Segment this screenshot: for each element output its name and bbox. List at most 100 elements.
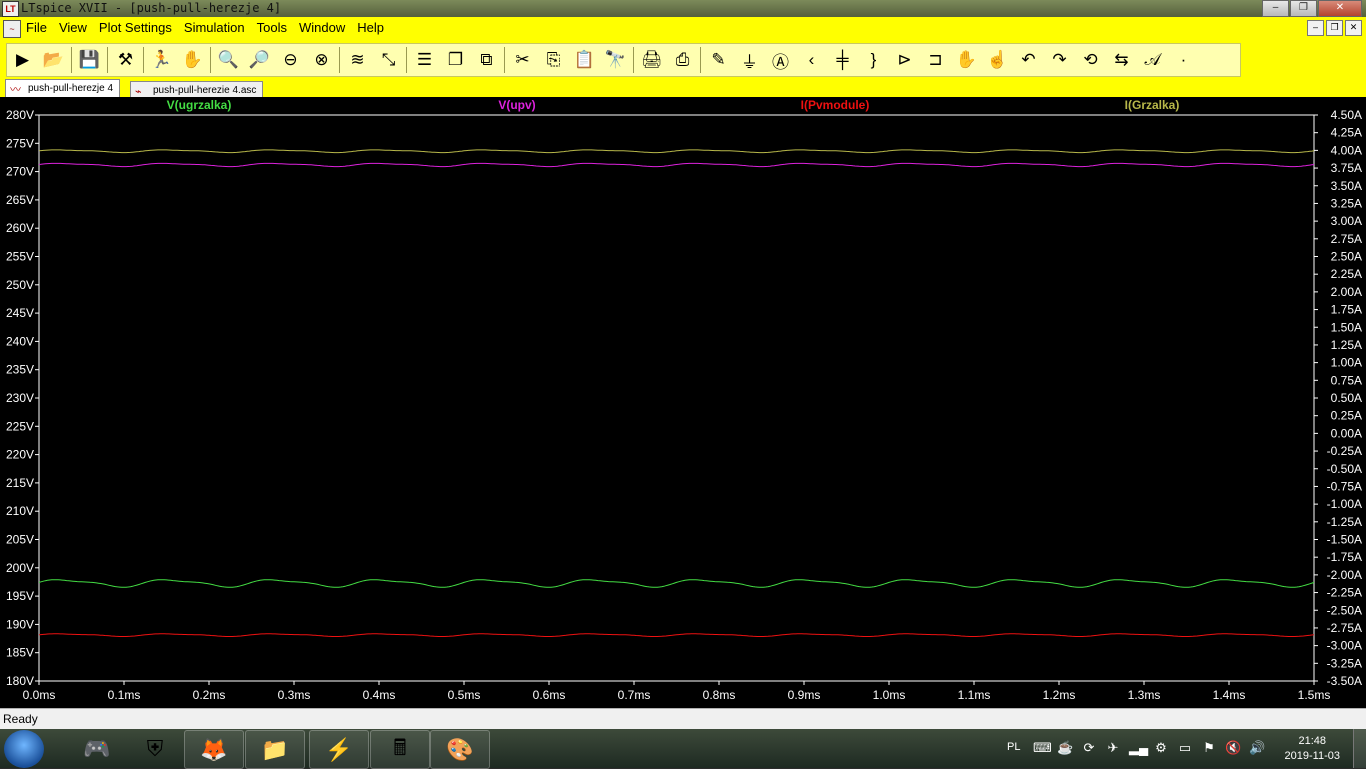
y-right-tick-label: 2.75A (1331, 232, 1362, 246)
run-arrow-icon[interactable]: 🏃 (149, 47, 174, 73)
y-left-tick-label: 270V (6, 165, 34, 179)
pan-icon[interactable]: ✋ (180, 47, 205, 73)
maximize-button[interactable]: ❐ (1290, 0, 1317, 17)
menu-bar: ~ File View Plot Settings Simulation Too… (0, 17, 1366, 40)
world-of-tanks-icon[interactable]: 🎮 (68, 730, 126, 767)
calculator-icon[interactable]: 🖩 (370, 730, 430, 769)
tanks-icon[interactable]: ⛨ (126, 730, 184, 767)
label-net-icon[interactable]: Ⓐ (768, 47, 793, 73)
ltspice-icon[interactable]: LT (2, 1, 19, 17)
menu-plot-settings[interactable]: Plot Settings (93, 20, 178, 35)
mdi-restore-button[interactable]: ❐ (1326, 20, 1343, 36)
x-tick-label: 1.4ms (1213, 688, 1246, 702)
waveform-chart[interactable]: 0.0ms 0.1ms 0.2ms 0.3ms 0.4ms 0.5ms 0.6ms 0.7ms… (0, 97, 1366, 708)
firefox-icon[interactable]: 🦊 (184, 730, 244, 769)
print-icon[interactable]: 🖨 (639, 47, 664, 73)
component-icon[interactable]: ⊐ (923, 47, 948, 73)
y-right-tick-label: 3.50A (1331, 179, 1362, 193)
minimize-button[interactable]: – (1262, 0, 1289, 17)
ltspice-icon[interactable]: ⚡ (309, 730, 369, 769)
y-left-tick-label: 205V (6, 533, 34, 547)
volume-muted-icon[interactable]: 🔇 (1225, 740, 1241, 756)
volume-icon[interactable]: 🔊 (1249, 740, 1265, 756)
tools-icon[interactable]: ⚙ (1153, 740, 1169, 756)
menu-window[interactable]: Window (293, 20, 351, 35)
taskbar: 🎮 ⛨ 🦊 📁 ⚡ 🖩 🎨 PL ⌨ ☕ ⟳ ✈ ▂▄ ⚙ ▭ ⚑ 🔇 🔊 21… (0, 729, 1366, 769)
y-right-tick-label: 2.00A (1331, 285, 1362, 299)
clock[interactable]: 21:48 2019-11-03 (1285, 734, 1340, 764)
mdi-minimize-button[interactable]: – (1307, 20, 1324, 36)
trace-label: V(upv) (498, 98, 535, 112)
tile-horizontal-icon[interactable]: ☰ (412, 47, 437, 73)
draw-wire-icon[interactable]: ✎ (706, 47, 731, 73)
y-left-tick-label: 245V (6, 306, 34, 320)
control-panel-icon[interactable]: ⚒ (113, 47, 138, 73)
resistor-icon[interactable]: ‹ (799, 47, 824, 73)
y-right-tick-label: -0.25A (1327, 444, 1362, 458)
menu-help[interactable]: Help (351, 20, 390, 35)
y-right-tick-label: -0.75A (1327, 479, 1362, 493)
menu-view[interactable]: View (53, 20, 93, 35)
move-icon[interactable]: ✋ (954, 47, 979, 73)
print-setup-icon[interactable]: ⎙ (670, 47, 695, 73)
rotate-icon[interactable]: ⟲ (1078, 47, 1103, 73)
y-left-tick-label: 280V (6, 108, 34, 122)
java-icon[interactable]: ☕ (1057, 740, 1073, 756)
status-text: Ready (3, 712, 38, 726)
window-title: LTspice XVII - [push-pull-herezje 4] (21, 1, 282, 15)
open-icon[interactable]: 📂 (41, 47, 66, 73)
text-icon[interactable]: 𝒜 (1140, 47, 1165, 73)
paint-icon[interactable]: 🎨 (430, 730, 490, 769)
autorange-icon[interactable]: ≋ (345, 47, 370, 73)
file-explorer-icon[interactable]: 📁 (245, 730, 305, 769)
show-desktop-button[interactable] (1353, 729, 1366, 768)
paste-icon[interactable]: 📋 (572, 47, 597, 73)
close-button[interactable]: ✕ (1318, 0, 1362, 17)
mdi-close-button[interactable]: ✕ (1345, 20, 1362, 36)
zoom-in-icon[interactable]: 🔍 (216, 47, 241, 73)
run-icon[interactable]: ▶ (10, 47, 35, 73)
x-tick-label: 0.9ms (788, 688, 821, 702)
sync-icon[interactable]: ⟳ (1081, 740, 1097, 756)
zoom-out-icon[interactable]: ⊖ (278, 47, 303, 73)
title-bar: LT LTspice XVII - [push-pull-herezje 4] … (0, 0, 1366, 17)
inductor-icon[interactable]: } (861, 47, 886, 73)
y-right-tick-label: 4.50A (1331, 108, 1362, 122)
zoom-area-icon[interactable]: 🔎 (247, 47, 272, 73)
zoom-cancel-icon[interactable]: ⊗ (309, 47, 334, 73)
diode-icon[interactable]: ⊳ (892, 47, 917, 73)
menu-simulation[interactable]: Simulation (178, 20, 251, 35)
menu-file[interactable]: File (20, 20, 53, 35)
find-icon[interactable]: 🔭 (603, 47, 628, 73)
save-icon[interactable]: 💾 (77, 47, 102, 73)
zoom-fit-icon[interactable]: ⤡ (376, 47, 401, 73)
plot-frame (38, 114, 1315, 682)
language-indicator[interactable]: PL (1007, 741, 1020, 753)
y-left-tick-label: 200V (6, 561, 34, 575)
flag-icon[interactable]: ⚑ (1201, 740, 1217, 756)
tile-vertical-icon[interactable]: ⧉ (474, 47, 499, 73)
redo-icon[interactable]: ↷ (1047, 47, 1072, 73)
copy-icon[interactable]: ⎘ (541, 47, 566, 73)
y-right-tick-label: 4.25A (1331, 126, 1362, 140)
keyboard-icon[interactable]: ⌨ (1033, 740, 1052, 756)
series-line-3 (38, 633, 1315, 637)
cascade-icon[interactable]: ❐ (443, 47, 468, 73)
spice-directive-icon[interactable]: · (1171, 47, 1196, 73)
drag-icon[interactable]: ☝ (985, 47, 1010, 73)
network-icon[interactable]: ✈ (1105, 740, 1121, 756)
mirror-icon[interactable]: ⇆ (1109, 47, 1134, 73)
cut-icon[interactable]: ✂ (510, 47, 535, 73)
ground-icon[interactable]: ⏚ (737, 47, 762, 73)
y-right-tick-label: -0.50A (1327, 462, 1362, 476)
start-button[interactable] (4, 730, 44, 768)
waveform-icon[interactable]: ~ (3, 20, 21, 38)
menu-tools[interactable]: Tools (251, 20, 293, 35)
waveform-plot[interactable]: 0.0ms 0.1ms 0.2ms 0.3ms 0.4ms 0.5ms 0.6ms 0.7ms… (0, 97, 1366, 708)
monitor-icon[interactable]: ▭ (1177, 740, 1193, 756)
undo-icon[interactable]: ↶ (1016, 47, 1041, 73)
tab-waveform[interactable]: 〰 push-pull-herezje 4 (5, 79, 121, 97)
signal-icon[interactable]: ▂▄ (1129, 740, 1148, 756)
capacitor-icon[interactable]: ╪ (830, 47, 855, 73)
y-right-tick-label: 1.75A (1331, 303, 1362, 317)
